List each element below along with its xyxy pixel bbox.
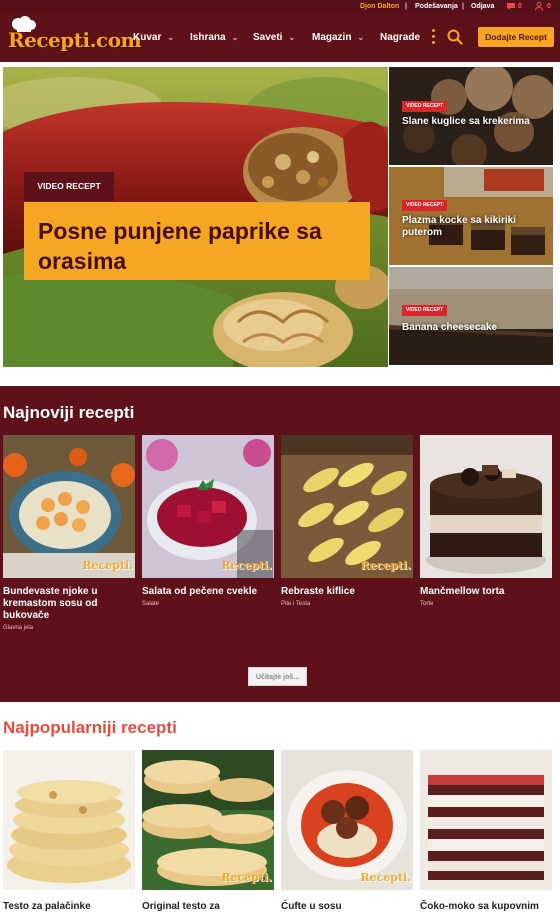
video-badge: VIDEO RECEPT	[24, 172, 114, 201]
top-utility-bar: Djon Dalton | Podešavanja | Odjava 0 0	[0, 0, 560, 14]
recipe-title[interactable]: Original testo za	[142, 901, 274, 913]
chevron-down-icon: ⌄	[231, 33, 239, 42]
watermark-logo: Recepti.	[82, 559, 133, 572]
logo-text: Recepti.com	[8, 28, 142, 52]
recipe-title[interactable]: Čoko-moko sa kupovnim	[420, 901, 552, 913]
recipe-card[interactable]: Recepti. Ćufte u sosu	[281, 750, 413, 913]
settings-link[interactable]: Podešavanja	[415, 3, 458, 10]
nav-label: Saveti	[253, 32, 283, 43]
nav-item-saveti[interactable]: Saveti ⌄	[253, 32, 295, 43]
chevron-down-icon: ⌄	[357, 33, 365, 42]
featured-side-card[interactable]: VIDEO RECEPT Plazma kocke sa kikiriki pu…	[389, 167, 553, 265]
nav-item-ishrana[interactable]: Ishrana ⌄	[190, 32, 238, 43]
messages-count: 0	[518, 3, 522, 10]
user-icon[interactable]	[535, 2, 543, 13]
recipe-thumbnail	[420, 435, 552, 578]
recipe-thumbnail: Recepti.	[142, 435, 274, 578]
recipe-title[interactable]: Bundevaste njoke u kremastom sosu od buk…	[3, 586, 135, 622]
user-name-link[interactable]: Djon Dalton	[360, 3, 399, 10]
recipe-card[interactable]: Recepti. Bundevaste njoke u kremastom so…	[3, 435, 135, 631]
choco-moko-cake-photo	[420, 750, 552, 890]
recipe-card[interactable]: Testo za palačinke	[3, 750, 135, 913]
nav-item-kuvar[interactable]: Kuvar ⌄	[133, 32, 174, 43]
more-menu-icon[interactable]	[432, 29, 436, 45]
nav-label: Ishrana	[190, 32, 226, 43]
chocolate-cake-photo	[420, 435, 552, 578]
featured-main-card[interactable]: VIDEO RECEPT Posne punjene paprike sa or…	[3, 67, 388, 367]
video-badge: VIDEO RECEPT	[402, 101, 448, 112]
recipe-thumbnail: Recepti.	[281, 435, 413, 578]
recipe-thumbnail	[3, 750, 135, 890]
nav-label: Kuvar	[133, 32, 162, 43]
featured-title[interactable]: Posne punjene paprike sa orasima	[24, 202, 370, 280]
recipe-category[interactable]: Pite i Testa	[281, 601, 413, 607]
nav-label: Nagrade	[380, 32, 421, 43]
load-more-button[interactable]: Učitajte još...	[248, 667, 307, 686]
recipe-title[interactable]: Salata od pečene cvekle	[142, 586, 274, 598]
side-card-title: Plazma kocke sa kikiriki puterom	[402, 215, 516, 238]
chevron-down-icon: ⌄	[288, 33, 296, 42]
pumpkin-gnocchi-photo	[3, 435, 135, 578]
featured-side-card[interactable]: VIDEO RECEPT Banana cheesecake	[389, 267, 553, 365]
search-icon[interactable]	[447, 29, 463, 45]
recipe-category[interactable]: Salate	[142, 601, 274, 607]
popular-section: Najpopularniji recepti Testo za palačink…	[0, 702, 560, 915]
ribbed-rolls-photo	[281, 435, 413, 578]
add-recipe-button[interactable]: Dodajte Recept	[478, 27, 554, 47]
recipe-thumbnail: Recepti.	[3, 435, 135, 578]
logout-link[interactable]: Odjava	[471, 3, 494, 10]
recipe-card[interactable]: Recepti. Rebraste kiflice Pite i Testa	[281, 435, 413, 607]
newest-section-title: Najnoviji recepti	[3, 403, 135, 422]
pancake-stack-photo	[142, 750, 274, 890]
separator: |	[462, 3, 464, 10]
recipe-card[interactable]: Recepti. Salata od pečene cvekle Salate	[142, 435, 274, 607]
nav-label: Magazin	[312, 32, 352, 43]
notifications-count: 0	[547, 3, 551, 10]
popular-section-title: Najpopularniji recepti	[3, 718, 177, 737]
video-badge: VIDEO RECEPT	[402, 305, 448, 316]
recipe-title[interactable]: Testo za palačinke	[3, 901, 135, 913]
site-logo[interactable]: Recepti.com	[4, 16, 142, 58]
recipe-card[interactable]: Recepti. Original testo za	[142, 750, 274, 913]
recipe-thumbnail: Recepti.	[142, 750, 274, 890]
meatballs-in-sauce-photo	[281, 750, 413, 890]
recipe-card[interactable]: Čoko-moko sa kupovnim	[420, 750, 552, 913]
watermark-logo: Recepti.	[360, 871, 411, 884]
banana-cheesecake-photo	[389, 267, 553, 365]
pancakes-photo	[3, 750, 135, 890]
separator: |	[405, 3, 407, 10]
watermark-logo: Recepti.	[360, 559, 411, 572]
recipe-category[interactable]: Torte	[420, 601, 552, 607]
nav-item-magazin[interactable]: Magazin ⌄	[312, 32, 364, 43]
featured-section: VIDEO RECEPT Posne punjene paprike sa or…	[0, 62, 560, 386]
recipe-thumbnail	[420, 750, 552, 890]
recipe-thumbnail: Recepti.	[281, 750, 413, 890]
beet-salad-photo	[142, 435, 274, 578]
side-card-title: Banana cheesecake	[402, 322, 498, 333]
main-navigation: Recepti.com Kuvar ⌄ Ishrana ⌄ Saveti ⌄ Maga…	[0, 14, 560, 60]
recipe-title[interactable]: Mančmellow torta	[420, 586, 552, 598]
watermark-logo: Recepti.	[221, 871, 272, 884]
nav-item-nagrade[interactable]: Nagrade	[380, 32, 420, 43]
watermark-logo: Recepti.	[221, 559, 272, 572]
side-card-title: Slane kuglice sa krekerima	[402, 116, 530, 127]
featured-side-card[interactable]: VIDEO RECEPT Slane kuglice sa krekerima	[389, 67, 553, 165]
chevron-down-icon: ⌄	[167, 33, 175, 42]
recipe-category[interactable]: Glavna jela	[3, 625, 135, 631]
recipe-title[interactable]: Rebraste kiflice	[281, 586, 413, 598]
video-badge: VIDEO RECEPT	[402, 200, 448, 211]
recipe-title[interactable]: Ćufte u sosu	[281, 901, 413, 913]
recipe-card[interactable]: Mančmellow torta Torte	[420, 435, 552, 607]
messages-icon[interactable]	[506, 2, 516, 13]
